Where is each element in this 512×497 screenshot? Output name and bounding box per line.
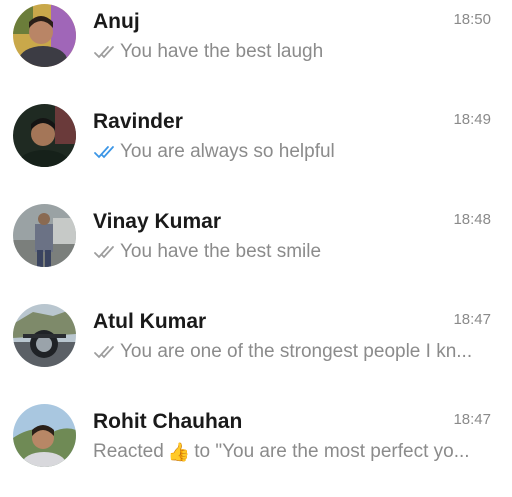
message-preview: You are always so helpful [93, 141, 474, 163]
message-preview: You are one of the strongest people I kn… [93, 341, 474, 363]
chat-row-rohit-chauhan[interactable]: Rohit Chauhan 18:47 Reacted 👍 to "You ar… [0, 400, 512, 497]
avatar[interactable] [13, 404, 76, 467]
message-preview: You have the best laugh [93, 41, 474, 63]
timestamp: 18:50 [453, 11, 491, 28]
message-preview: Reacted 👍 to "You are the most perfect y… [93, 441, 474, 463]
contact-name: Anuj [93, 10, 140, 33]
message-preview-text: You have the best smile [120, 241, 322, 262]
double-check-icon [93, 144, 119, 160]
timestamp: 18:49 [453, 111, 491, 128]
double-check-icon [93, 344, 119, 360]
chat-row-ravinder[interactable]: Ravinder 18:49 You are always so helpful [0, 100, 512, 199]
chat-row-vinay-kumar[interactable]: Vinay Kumar 18:48 You have the best smil… [0, 200, 512, 299]
contact-name: Ravinder [93, 110, 183, 133]
message-preview-text: You have the best laugh [120, 41, 324, 62]
message-preview-text: You are one of the strongest people I kn… [120, 341, 473, 362]
message-preview-text: to "You are the most perfect yo... [194, 441, 470, 462]
double-check-icon [93, 44, 119, 60]
chat-row-atul-kumar[interactable]: Atul Kumar 18:47 You are one of the stro… [0, 300, 512, 399]
timestamp: 18:48 [453, 211, 491, 228]
message-preview-text: You are always so helpful [120, 141, 335, 162]
reaction-prefix: Reacted [93, 441, 164, 462]
contact-name: Atul Kumar [93, 310, 207, 333]
timestamp: 18:47 [453, 411, 491, 428]
contact-name: Rohit Chauhan [93, 410, 243, 433]
avatar[interactable] [13, 4, 76, 67]
double-check-icon [93, 244, 119, 260]
avatar[interactable] [13, 204, 76, 267]
avatar[interactable] [13, 104, 76, 167]
chat-list: Anuj 18:50 You have the best laugh Ravin… [0, 0, 512, 497]
message-preview: You have the best smile [93, 241, 474, 263]
timestamp: 18:47 [453, 311, 491, 328]
contact-name: Vinay Kumar [93, 210, 221, 233]
thumbs-up-emoji: 👍 [167, 442, 191, 462]
avatar[interactable] [13, 304, 76, 367]
chat-row-anuj[interactable]: Anuj 18:50 You have the best laugh [0, 0, 512, 99]
